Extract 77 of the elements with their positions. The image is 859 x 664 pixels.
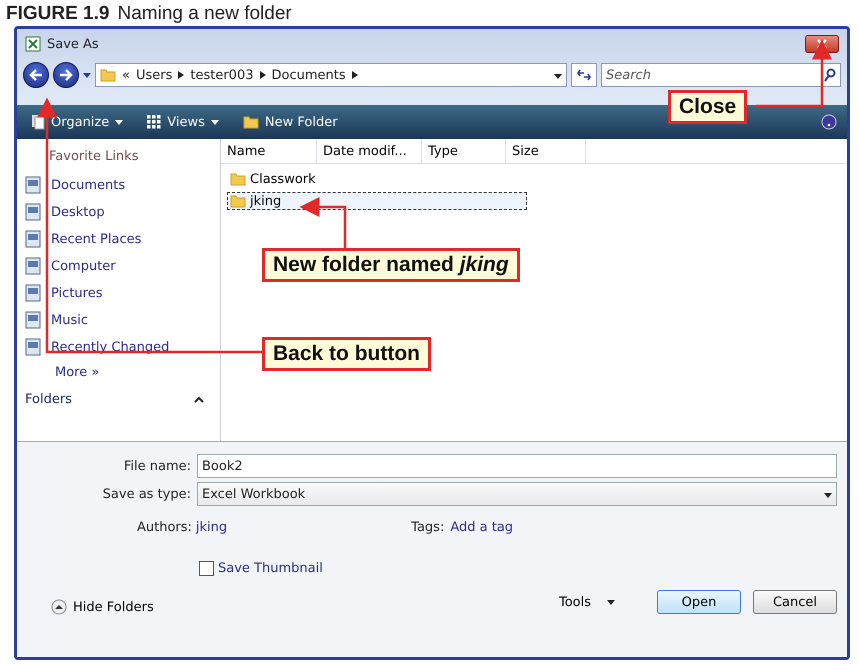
spreadsheet-icon (25, 36, 41, 52)
section-heading: Favorite Links (49, 149, 140, 164)
leader-line (300, 197, 346, 248)
caret-icon (607, 600, 615, 604)
refresh-icon (577, 69, 591, 81)
back-button[interactable] (23, 62, 49, 88)
chevron-up-icon (51, 599, 67, 615)
page-icon (25, 311, 41, 329)
folder-icon (230, 171, 246, 187)
sidebar-item[interactable]: Music (25, 310, 212, 330)
toolbar-button[interactable]: New Folder (238, 112, 342, 132)
breadcrumb[interactable]: Documents (272, 68, 346, 82)
chevron-right-icon (352, 71, 358, 79)
column-header[interactable]: Size (506, 139, 586, 163)
column-header[interactable]: Date modif... (317, 139, 422, 163)
author-link[interactable]: jking (196, 520, 228, 535)
sidebar-item[interactable]: Recently Changed (25, 337, 212, 357)
folder-item[interactable]: Classwork (227, 170, 527, 188)
folder-icon (100, 67, 116, 83)
sidebar-item[interactable]: Computer (25, 256, 212, 276)
toolbar-button[interactable]: Views (143, 112, 223, 132)
page-icon (25, 230, 41, 248)
folder-item[interactable]: jking (227, 192, 527, 210)
page-icon (25, 176, 41, 194)
page-icon (25, 203, 41, 221)
folders-toggle[interactable]: Folders (25, 392, 212, 407)
field-label: File name: (122, 458, 192, 474)
toolbar-button[interactable]: Organize (27, 112, 128, 132)
close-icon (817, 39, 827, 49)
arrow-left-icon (29, 69, 43, 81)
checkbox[interactable] (199, 561, 214, 576)
search-field[interactable]: Search (601, 63, 841, 87)
sidebar-item[interactable]: Desktop (25, 202, 212, 222)
sidebar-item[interactable]: Pictures (25, 283, 212, 303)
caret-icon (554, 74, 562, 78)
address-bar[interactable]: « Users tester003 Documents (95, 63, 567, 87)
hide-folders-button[interactable]: Hide Folders (45, 598, 160, 616)
page-icon (25, 257, 41, 275)
file-name-field[interactable]: Book2 (197, 454, 837, 478)
add-tag-link[interactable]: Add a tag (450, 520, 514, 535)
field-label: Tags: (411, 520, 444, 535)
refresh-button[interactable] (571, 63, 597, 87)
chevron-right-icon (178, 71, 184, 79)
callout: Back to button (262, 337, 431, 371)
figure-number: FIGURE 1.9 (6, 4, 110, 24)
sidebar-item[interactable]: Documents (25, 175, 212, 195)
window-title: Save As (47, 36, 99, 52)
field-label: Authors: (137, 520, 192, 535)
callout: Close (668, 90, 748, 124)
arrow-right-icon (59, 69, 73, 81)
new-folder-icon (242, 114, 259, 130)
more-link[interactable]: More » (55, 364, 212, 381)
overflow-glyph: « (122, 68, 130, 82)
column-header[interactable]: Name (221, 139, 317, 163)
caret-icon (824, 492, 832, 498)
sidebar-item[interactable]: Recent Places (25, 229, 212, 249)
pages-icon (31, 114, 45, 130)
file-type-dropdown[interactable]: Excel Workbook (197, 482, 837, 506)
callout: New folder named jking (262, 248, 520, 282)
open-button[interactable]: Open (657, 590, 741, 614)
grid-icon (147, 115, 162, 129)
folder-icon (230, 193, 246, 209)
checkbox-label: Save Thumbnail (218, 561, 323, 576)
tools-menu[interactable]: Tools (552, 594, 621, 610)
figure-title: Naming a new folder (117, 4, 292, 24)
caret-icon (83, 72, 91, 78)
forward-button[interactable] (53, 62, 79, 88)
breadcrumb[interactable]: Users (136, 68, 172, 82)
page-icon (25, 284, 41, 302)
field-label: Save as type: (102, 486, 192, 502)
column-header[interactable]: Type (422, 139, 506, 163)
chevron-up-icon (194, 396, 204, 403)
breadcrumb[interactable]: tester003 (190, 68, 254, 82)
search-icon (824, 68, 836, 82)
page-icon (25, 338, 41, 356)
cancel-button[interactable]: Cancel (753, 590, 837, 614)
chevron-right-icon (260, 71, 266, 79)
